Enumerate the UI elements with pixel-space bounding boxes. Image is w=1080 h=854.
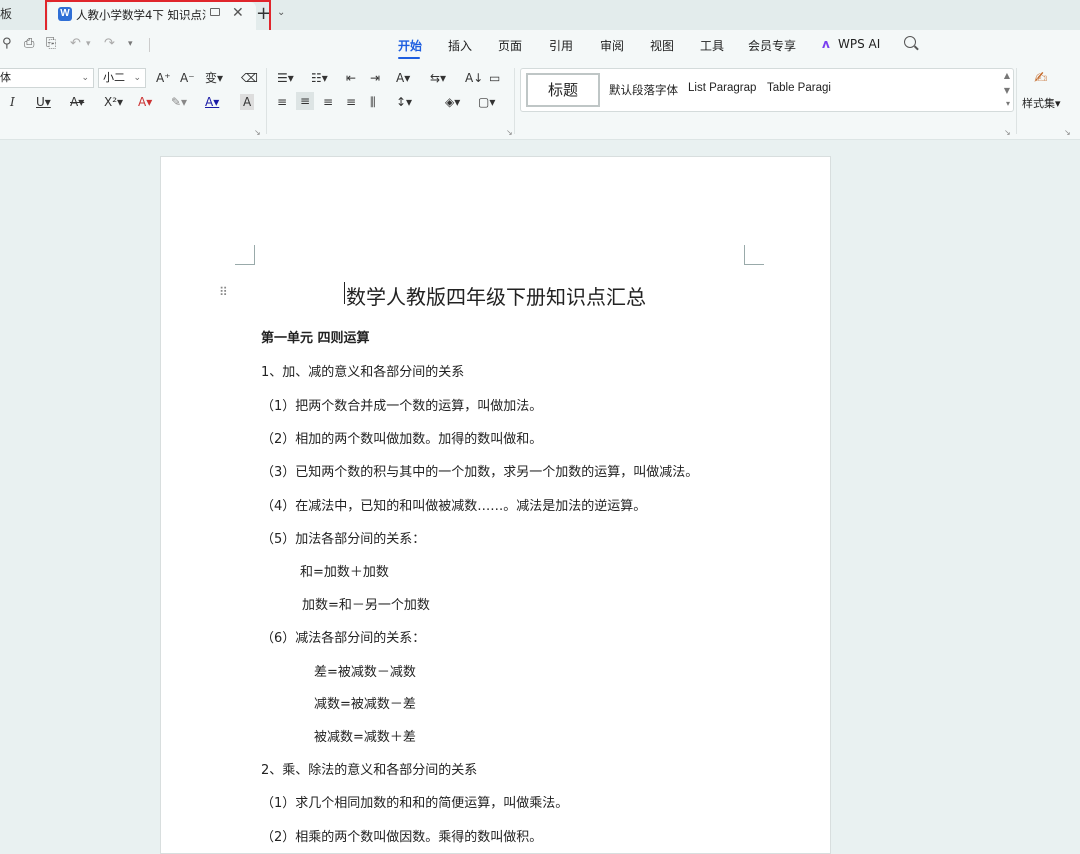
formula-line[interactable]: 被减数=减数＋差 xyxy=(314,726,416,745)
paragraph-line[interactable]: （6）减法各部分间的关系： xyxy=(261,627,425,646)
chevron-down-icon: ⌄ xyxy=(133,73,141,83)
paragraph-line[interactable]: （4）在减法中，已知的和叫做被减数……。减法是加法的逆运算。 xyxy=(261,495,646,514)
formula-line[interactable]: 加数=和－另一个加数 xyxy=(302,594,430,613)
paragraph-line[interactable]: 1、加、减的意义和各部分间的关系 xyxy=(261,361,464,380)
customize-dropdown-icon[interactable]: ▾ xyxy=(128,39,133,49)
distribute-icon[interactable]: ⫼ xyxy=(370,94,376,110)
align-center-icon[interactable]: ≡ xyxy=(296,92,315,110)
paragraph-line[interactable]: （1）求几个相同加数的和和的简便运算，叫做乘法。 xyxy=(261,792,568,811)
italic-icon[interactable]: I xyxy=(10,94,15,110)
style-table-paragraph[interactable]: Table Paragi xyxy=(767,82,835,94)
clear-format-icon[interactable]: ⌫ xyxy=(241,70,258,86)
increase-indent-icon[interactable]: ⇥ xyxy=(370,70,380,86)
wps-ai-icon: ᴧ xyxy=(822,37,830,51)
style-set-icon[interactable]: ✍ xyxy=(1034,68,1047,87)
menu-review[interactable]: 审阅 xyxy=(600,37,624,54)
style-set-button[interactable]: 样式集▾ xyxy=(1022,95,1061,111)
menu-references[interactable]: 引用 xyxy=(549,37,573,54)
active-menu-indicator xyxy=(398,57,420,59)
chevron-down-icon[interactable]: ⌄ xyxy=(277,7,285,18)
paragraph-line[interactable]: （1）把两个数合并成一个数的运算，叫做加法。 xyxy=(261,395,542,414)
menu-member[interactable]: 会员专享 xyxy=(748,37,796,54)
paragraph-line[interactable]: （3）已知两个数的积与其中的一个加数，求另一个加数的运算，叫做减法。 xyxy=(261,461,698,480)
divider xyxy=(266,68,267,134)
paragraph-spacing-icon[interactable]: ↕▾ xyxy=(396,94,412,110)
scroll-up-icon[interactable]: ▲ xyxy=(1004,71,1010,80)
underline-icon[interactable]: U▾ xyxy=(36,94,51,110)
undo-dropdown-icon[interactable]: ▾ xyxy=(86,39,91,49)
paragraph-line[interactable]: （2）相乘的两个数叫做因数。乘得的数叫做积。 xyxy=(261,826,542,845)
paragraph-line[interactable]: （2）相加的两个数叫做加数。加得的数叫做和。 xyxy=(261,428,542,447)
menu-page[interactable]: 页面 xyxy=(498,37,522,54)
style-default-font[interactable]: 默认段落字体 xyxy=(609,82,678,98)
style-title[interactable]: 标题 xyxy=(526,73,600,107)
page-corner-mark xyxy=(235,245,255,265)
font-size-select[interactable]: 小二 ⌄ xyxy=(98,68,146,88)
undo-icon[interactable]: ↶ xyxy=(70,36,81,51)
justify-icon[interactable]: ≡ xyxy=(346,94,356,110)
shrink-font-icon[interactable]: A⁻ xyxy=(180,70,195,86)
link-icon[interactable]: ⚲ xyxy=(2,36,12,51)
menu-home[interactable]: 开始 xyxy=(398,37,422,54)
font-color-icon[interactable]: A▾ xyxy=(205,94,219,110)
bullet-list-icon[interactable]: ☰▾ xyxy=(277,70,294,86)
formula-line[interactable]: 和=加数＋加数 xyxy=(300,561,389,580)
dialog-launcher-icon[interactable]: ↘ xyxy=(1004,128,1011,137)
font-name-select[interactable]: 体 ⌄ xyxy=(0,68,94,88)
menu-bar: ⚲ ⎙ ⎘ ↶ ▾ ↷ ▾ 开始 插入 页面 引用 审阅 视图 工具 会员专享 … xyxy=(0,30,1080,60)
style-gallery: 标题 默认段落字体 List Paragrap Table Paragi ▲ ▼… xyxy=(520,68,1014,112)
superscript-icon[interactable]: X²▾ xyxy=(104,94,123,110)
menu-wps-ai[interactable]: WPS AI xyxy=(838,37,880,51)
font-size-value: 小二 xyxy=(103,71,125,84)
highlight-icon[interactable]: ✎▾ xyxy=(171,94,187,110)
dialog-launcher-icon[interactable]: ↘ xyxy=(1064,128,1071,137)
border-table-icon[interactable]: ▭ xyxy=(489,70,500,86)
decrease-indent-icon[interactable]: ⇤ xyxy=(346,70,356,86)
paragraph-line[interactable]: （5）加法各部分间的关系： xyxy=(261,528,425,547)
font-name-value: 体 xyxy=(0,71,11,84)
char-shading-icon[interactable]: A xyxy=(240,94,255,110)
paragraph-drag-handle[interactable]: ⠿ xyxy=(219,285,228,299)
paragraph-line[interactable]: 2、乘、除法的意义和各部分间的关系 xyxy=(261,759,477,778)
phonetic-guide-icon[interactable]: 变▾ xyxy=(205,70,223,86)
search-icon[interactable] xyxy=(904,36,916,48)
dialog-launcher-icon[interactable]: ↘ xyxy=(254,128,261,137)
tab-previous-label: 板 xyxy=(0,7,13,21)
style-set-label: 样式集 xyxy=(1022,97,1055,110)
more-styles-icon[interactable]: ▾ xyxy=(1006,99,1010,108)
formula-line[interactable]: 差=被减数－减数 xyxy=(314,661,416,680)
shading-icon[interactable]: ◈▾ xyxy=(445,94,460,110)
align-left-icon[interactable]: ≡ xyxy=(277,94,287,110)
strikethrough-icon[interactable]: A▾ xyxy=(70,94,84,110)
menu-view[interactable]: 视图 xyxy=(650,37,674,54)
redo-icon[interactable]: ↷ xyxy=(104,36,115,51)
text-direction-icon[interactable]: A▾ xyxy=(396,70,410,86)
print-preview-icon[interactable]: ⎘ xyxy=(46,36,56,51)
ribbon-toolbar: 体 ⌄ 小二 ⌄ A⁺ A⁻ 变▾ ⌫ I U▾ A▾ X²▾ A▾ ✎▾ A▾… xyxy=(0,60,1080,140)
print-icon[interactable]: ⎙ xyxy=(24,36,34,51)
dialog-launcher-icon[interactable]: ↘ xyxy=(506,128,513,137)
page-corner-mark xyxy=(744,245,764,265)
document-title[interactable]: 数学人教版四年级下册知识点汇总 xyxy=(346,281,646,310)
line-spacing-icon[interactable]: ⇆▾ xyxy=(430,70,446,86)
divider xyxy=(1016,68,1017,134)
sort-icon[interactable]: A↓ xyxy=(465,70,483,86)
borders-icon[interactable]: ▢▾ xyxy=(478,94,495,110)
menu-insert[interactable]: 插入 xyxy=(448,37,472,54)
chevron-down-icon: ⌄ xyxy=(81,73,89,83)
numbered-list-icon[interactable]: ☷▾ xyxy=(311,70,328,86)
scroll-down-icon[interactable]: ▼ xyxy=(1004,86,1010,95)
formula-line[interactable]: 减数=被减数－差 xyxy=(314,693,416,712)
text-effect-icon[interactable]: A▾ xyxy=(138,94,152,110)
align-right-icon[interactable]: ≡ xyxy=(323,94,333,110)
grow-font-icon[interactable]: A⁺ xyxy=(156,70,171,86)
divider xyxy=(514,68,515,134)
divider xyxy=(149,38,150,52)
heading-unit-1[interactable]: 第一单元 四则运算 xyxy=(261,327,370,346)
menu-tools[interactable]: 工具 xyxy=(700,37,724,54)
tab-previous[interactable]: 板 xyxy=(0,0,12,30)
text-cursor xyxy=(344,282,345,304)
style-list-paragraph[interactable]: List Paragrap xyxy=(688,82,758,94)
